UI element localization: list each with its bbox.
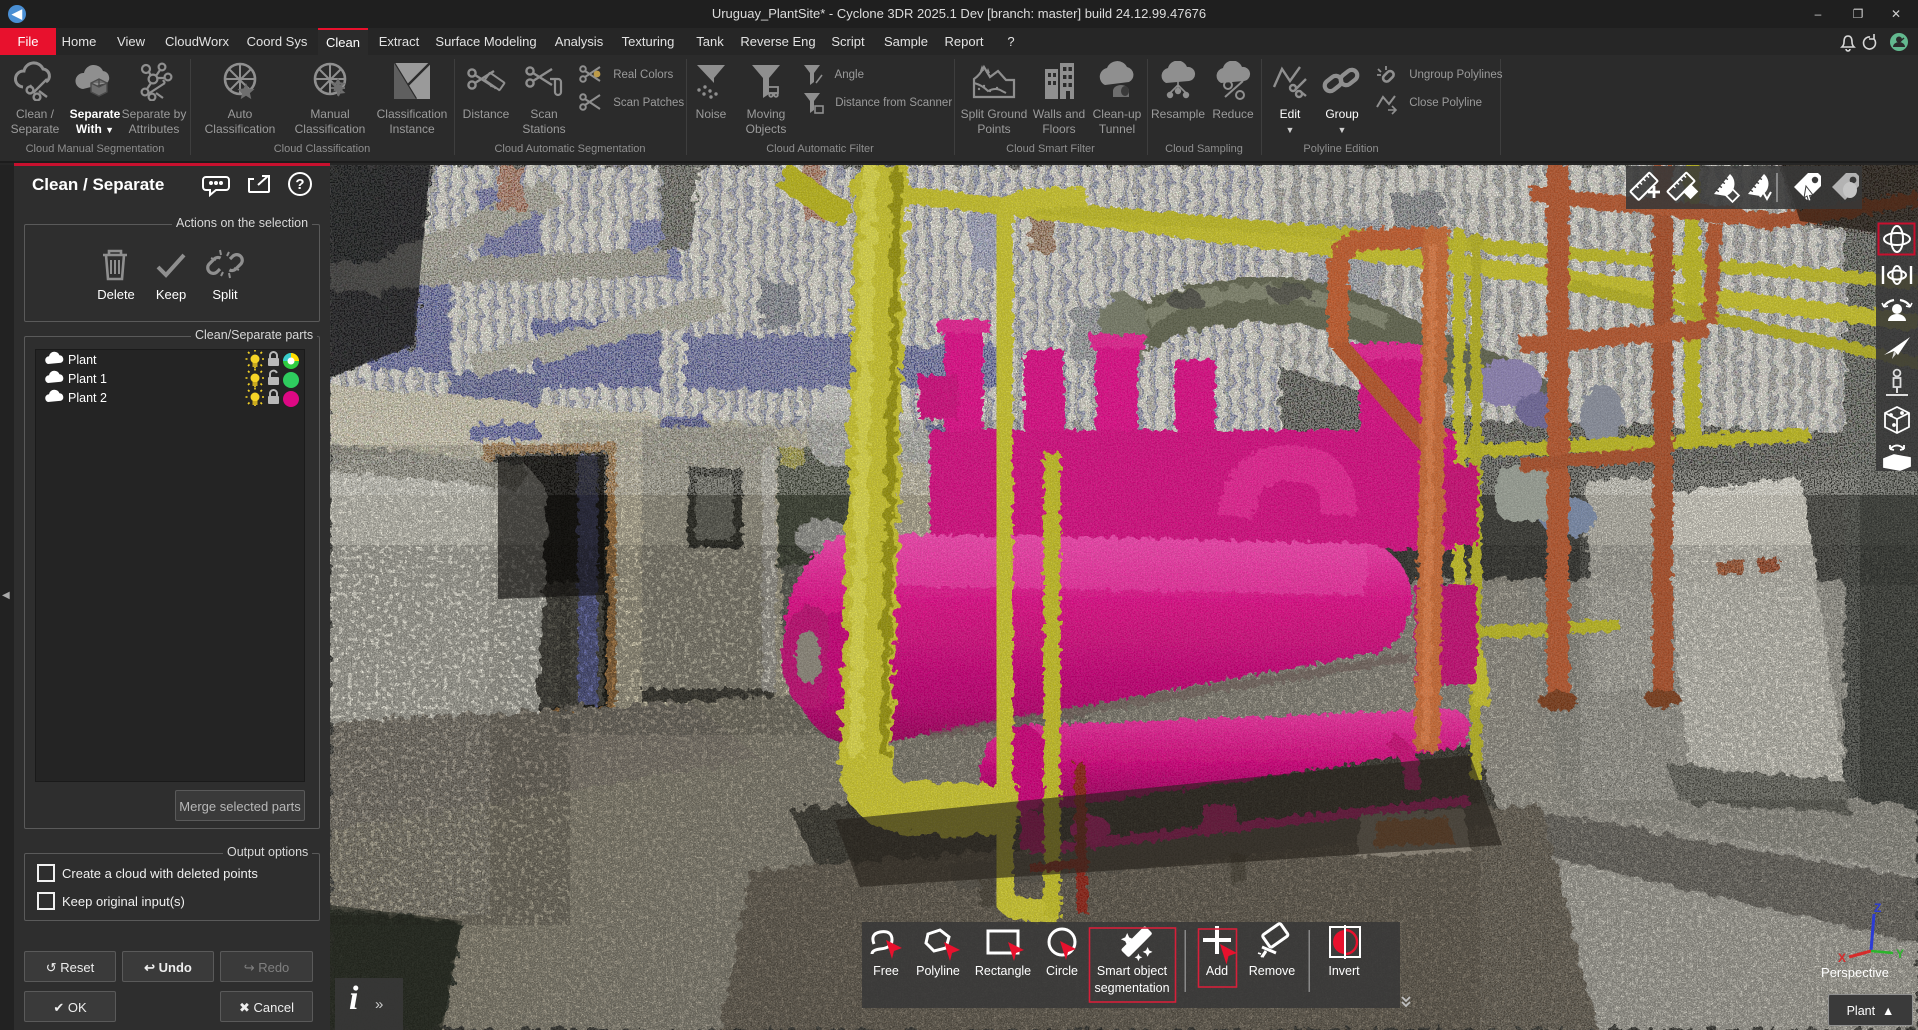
svg-text:Invert: Invert [1328, 964, 1360, 978]
svg-text:X: X [1838, 951, 1846, 965]
svg-text:Circle: Circle [1046, 964, 1078, 978]
svg-text:Y: Y [1896, 947, 1904, 961]
svg-text:Rectangle: Rectangle [975, 964, 1031, 978]
svg-text:Z: Z [1874, 901, 1881, 915]
svg-text:?: ? [295, 176, 304, 193]
svg-text:Free: Free [873, 964, 899, 978]
svg-text:Remove: Remove [1249, 964, 1296, 978]
svg-text:Smart object: Smart object [1097, 964, 1168, 978]
svg-text:Polyline: Polyline [916, 964, 960, 978]
svg-text:Plant 2: Plant 2 [68, 391, 107, 405]
svg-text:Plant: Plant [68, 353, 97, 367]
svg-text:Add: Add [1206, 964, 1228, 978]
svg-text:Plant 1: Plant 1 [68, 372, 107, 386]
svg-text:segmentation: segmentation [1094, 981, 1169, 995]
